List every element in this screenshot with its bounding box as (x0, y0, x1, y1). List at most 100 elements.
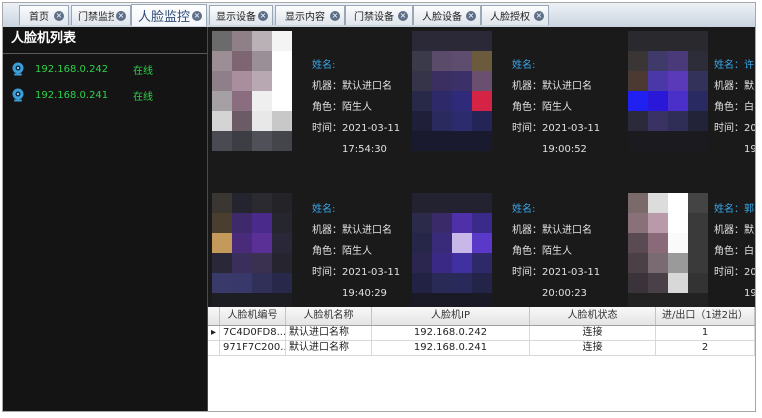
column-header[interactable]: 进/出口（1进2出） (656, 307, 755, 325)
capture-role: 角色：陌生人 (512, 102, 572, 113)
close-icon[interactable]: × (54, 10, 64, 21)
tab-label: 首页 (29, 12, 49, 23)
column-header[interactable]: 人脸机IP (372, 307, 530, 325)
device-item[interactable]: 192.168.0.242 在线 (3, 56, 207, 82)
cell-id: 7C4D0FD8... (220, 326, 286, 340)
column-header[interactable]: 人脸机编号 (220, 307, 286, 325)
tab-label: 显示设备 (216, 12, 256, 23)
capture-info: 姓名: 机器：默认进口名 角色：陌生人 时间：2021-03-11 17:54:… (312, 55, 400, 160)
capture-machine: 机器：默认进口名 (312, 81, 392, 92)
face-thumbnail (412, 31, 492, 151)
capture-time: 时间：2021-03-11 (512, 123, 601, 134)
capture-time-clock: 20:00:23 (542, 288, 587, 299)
close-icon[interactable]: × (192, 10, 202, 21)
device-list-title: 人脸机列表 (3, 27, 207, 54)
capture-name: 姓名: (512, 60, 536, 71)
tab-home[interactable]: 首页 × (19, 5, 69, 25)
close-icon[interactable]: × (534, 10, 544, 21)
face-capture-grid: 姓名: 机器：默认进口名 角色：陌生人 时间：2021-03-11 17:54:… (208, 27, 755, 307)
capture-time: 时间：2021-03-11 (312, 267, 401, 278)
cell-direction: 2 (656, 341, 755, 355)
device-item[interactable]: 192.168.0.241 在线 (3, 82, 207, 108)
camera-icon (12, 88, 24, 102)
device-ip: 192.168.0.241 (35, 89, 109, 101)
cell-direction: 1 (656, 326, 755, 340)
capture-role: 角色：白 (714, 246, 754, 257)
capture-card[interactable]: 姓名: 机器：默认进口名 角色：陌生人 时间：2021-03-11 17:54:… (212, 27, 412, 167)
tab-label: 人脸设备 (422, 12, 462, 23)
tab-display-content[interactable]: 显示内容 × (275, 5, 345, 25)
capture-card[interactable]: 姓名: 机器：默认进口名 角色：陌生人 时间：2021-03-11 19:00:… (412, 27, 612, 167)
capture-role: 角色：陌生人 (512, 246, 572, 257)
capture-time: 时间：2021-03-11 (312, 123, 401, 134)
face-thumbnail (628, 31, 708, 151)
cell-state: 连接 (530, 341, 656, 355)
face-thumbnail (412, 193, 492, 307)
capture-time-clock: 19:00:52 (542, 144, 587, 155)
capture-time-clock: 19:40:29 (342, 288, 387, 299)
capture-info: 姓名：郭 机器：默 角色：白 时间：20 19 (714, 199, 755, 304)
capture-time: 时间：20 (714, 267, 755, 278)
capture-machine: 机器：默认进口名 (512, 81, 592, 92)
device-list-panel: 人脸机列表 192.168.0.242 在线 192.168.0.241 在线 (3, 27, 208, 411)
camera-icon (12, 62, 24, 76)
capture-time: 时间：20 (714, 123, 755, 134)
device-status: 在线 (133, 91, 153, 103)
capture-role: 角色：陌生人 (312, 246, 372, 257)
table-row[interactable]: 971F7C200... 默认进口名称 192.168.0.241 连接 2 (208, 341, 755, 356)
device-status: 在线 (133, 65, 153, 77)
table-row[interactable]: ▸ 7C4D0FD8... 默认进口名称 192.168.0.242 连接 1 (208, 326, 755, 341)
capture-name: 姓名：许 (714, 60, 754, 71)
close-icon[interactable]: × (116, 10, 126, 21)
capture-info: 姓名: 机器：默认进口名 角色：陌生人 时间：2021-03-11 19:00:… (512, 55, 600, 160)
capture-card[interactable]: 姓名：郭 机器：默 角色：白 时间：20 19 (628, 189, 755, 307)
capture-machine: 机器：默认进口名 (512, 225, 592, 236)
tab-display-device[interactable]: 显示设备 × (209, 5, 273, 25)
tab-label: 显示内容 (285, 12, 325, 23)
cell-id: 971F7C200... (220, 341, 286, 355)
column-header[interactable]: 人脸机名称 (286, 307, 372, 325)
capture-card[interactable]: 姓名：许 机器：默 角色：白 时间：20 19 (628, 27, 755, 167)
capture-name: 姓名：郭 (714, 204, 754, 215)
tab-label: 人脸授权 (490, 12, 530, 23)
capture-card[interactable]: 姓名: 机器：默认进口名 角色：陌生人 时间：2021-03-11 20:00:… (412, 189, 612, 307)
device-table: 人脸机编号 人脸机名称 人脸机IP 人脸机状态 进/出口（1进2出） ▸ 7C4… (208, 307, 755, 411)
capture-machine: 机器：默 (714, 81, 754, 92)
close-icon[interactable]: × (258, 10, 268, 21)
row-marker (208, 341, 220, 355)
tab-bar: 首页 × 门禁监控 × 人脸监控 × 显示设备 × 显示内容 × 门禁设备 × … (3, 3, 755, 28)
tab-door-device[interactable]: 门禁设备 × (345, 5, 413, 25)
face-thumbnail (212, 193, 292, 307)
capture-info: 姓名: 机器：默认进口名 角色：陌生人 时间：2021-03-11 20:00:… (512, 199, 600, 304)
row-marker: ▸ (208, 326, 220, 340)
capture-info: 姓名: 机器：默认进口名 角色：陌生人 时间：2021-03-11 19:40:… (312, 199, 400, 304)
capture-card[interactable]: 姓名: 机器：默认进口名 角色：陌生人 时间：2021-03-11 19:40:… (212, 189, 412, 307)
face-thumbnail (212, 31, 292, 151)
tab-door-monitor[interactable]: 门禁监控 × (71, 5, 131, 25)
tab-label: 人脸监控 (138, 10, 190, 25)
cell-ip: 192.168.0.242 (372, 326, 530, 340)
tab-face-auth[interactable]: 人脸授权 × (481, 5, 549, 25)
cell-ip: 192.168.0.241 (372, 341, 530, 355)
capture-name: 姓名: (312, 204, 336, 215)
close-icon[interactable]: × (466, 10, 476, 21)
app-window: 首页 × 门禁监控 × 人脸监控 × 显示设备 × 显示内容 × 门禁设备 × … (2, 2, 756, 412)
tab-label: 门禁监控 (78, 12, 114, 23)
capture-time-clock: 17:54:30 (342, 144, 387, 155)
capture-time: 时间：2021-03-11 (512, 267, 601, 278)
table-header: 人脸机编号 人脸机名称 人脸机IP 人脸机状态 进/出口（1进2出） (208, 307, 755, 326)
cell-state: 连接 (530, 326, 656, 340)
column-header[interactable]: 人脸机状态 (530, 307, 656, 325)
capture-name: 姓名: (312, 60, 336, 71)
tab-face-device[interactable]: 人脸设备 × (413, 5, 481, 25)
cell-name: 默认进口名称 (286, 341, 372, 355)
cell-name: 默认进口名称 (286, 326, 372, 340)
tab-label: 门禁设备 (354, 12, 394, 23)
capture-machine: 机器：默认进口名 (312, 225, 392, 236)
close-icon[interactable]: × (330, 10, 340, 21)
capture-time-clock: 19 (744, 144, 755, 155)
face-thumbnail (628, 193, 708, 307)
close-icon[interactable]: × (398, 10, 408, 21)
tab-face-monitor[interactable]: 人脸监控 × (131, 4, 207, 26)
capture-info: 姓名：许 机器：默 角色：白 时间：20 19 (714, 55, 755, 160)
